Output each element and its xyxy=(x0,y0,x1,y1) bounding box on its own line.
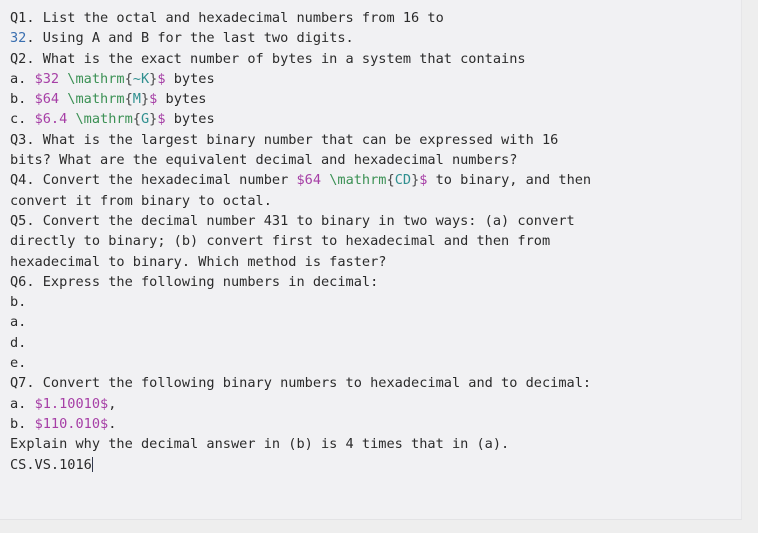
text-span-plain: c. xyxy=(10,111,35,128)
text-span-latex_command: \mathrm xyxy=(321,172,387,189)
editor-line[interactable]: bits? What are the equivalent decimal an… xyxy=(10,150,741,170)
text-span-brace: } xyxy=(140,91,150,108)
text-span-plain: bytes xyxy=(165,111,215,128)
text-span-plain: . Using A and B for the last two digits. xyxy=(26,30,354,47)
editor-line[interactable]: CS.VS.1016 xyxy=(10,455,741,475)
text-span-plain: convert it from binary to octal. xyxy=(10,192,272,209)
editor-text-content[interactable]: Q1. List the octal and hexadecimal numbe… xyxy=(10,8,741,475)
text-span-math_delimiter: $64 xyxy=(296,172,322,189)
text-span-plain: bits? What are the equivalent decimal an… xyxy=(10,152,518,169)
editor-line[interactable]: b. $110.010$. xyxy=(10,414,741,434)
text-span-latex_argument: M xyxy=(132,91,141,108)
text-span-brace: { xyxy=(386,172,395,189)
text-span-plain: . xyxy=(108,415,117,432)
editor-line[interactable]: Q4. Convert the hexadecimal number $64 \… xyxy=(10,170,741,190)
editor-line[interactable]: b. $64 \mathrm{M}$ bytes xyxy=(10,89,741,109)
text-span-plain: e. xyxy=(10,355,27,372)
text-span-plain: hexadecimal to binary. Which method is f… xyxy=(10,253,387,270)
text-span-brace: { xyxy=(132,111,141,128)
editor-line[interactable]: e. xyxy=(10,353,741,373)
text-span-plain: Explain why the decimal answer in (b) is… xyxy=(10,436,510,453)
text-span-math_delimiter: $6.4 xyxy=(34,111,68,128)
editor-line[interactable]: 32. Using A and B for the last two digit… xyxy=(10,28,741,48)
text-caret xyxy=(91,456,93,472)
text-span-latex_command: \mathrm xyxy=(59,91,125,108)
text-span-latex_command: \mathrm xyxy=(59,70,125,87)
text-span-plain: a. xyxy=(10,70,35,87)
editor-line[interactable]: Explain why the decimal answer in (b) is… xyxy=(10,434,741,454)
editor-line[interactable]: Q5. Convert the decimal number 431 to bi… xyxy=(10,211,741,231)
text-span-math_delimiter: $32 xyxy=(34,70,60,87)
text-span-math_delimiter: $110.010$ xyxy=(34,415,109,432)
text-span-plain: Q6. Express the following numbers in dec… xyxy=(10,273,379,290)
text-span-plain: Q2. What is the exact number of bytes in… xyxy=(10,50,526,67)
editor-line[interactable]: Q1. List the octal and hexadecimal numbe… xyxy=(10,8,741,28)
text-span-plain: b. xyxy=(10,415,35,432)
text-span-brace: { xyxy=(124,70,133,87)
editor-line[interactable]: a. $1.10010$, xyxy=(10,394,741,414)
text-span-plain: bytes xyxy=(157,91,207,108)
editor-line[interactable]: Q7. Convert the following binary numbers… xyxy=(10,373,741,393)
text-span-math_delimiter: $1.10010$ xyxy=(34,395,109,412)
editor-line[interactable]: Q3. What is the largest binary number th… xyxy=(10,130,741,150)
text-span-plain: a. xyxy=(10,395,35,412)
text-span-math_delimiter: $64 xyxy=(34,91,60,108)
text-span-plain: Q7. Convert the following binary numbers… xyxy=(10,375,592,392)
text-span-plain: Q3. What is the largest binary number th… xyxy=(10,131,559,148)
text-span-latex_argument: G xyxy=(140,111,150,128)
editor-line[interactable]: Q6. Express the following numbers in dec… xyxy=(10,272,741,292)
text-span-plain: Q1. List the octal and hexadecimal numbe… xyxy=(10,10,444,26)
text-span-latex_command: \mathrm xyxy=(67,111,133,128)
text-span-plain: d. xyxy=(10,334,27,351)
editor-line[interactable]: Q2. What is the exact number of bytes in… xyxy=(10,49,741,69)
text-span-plain: directly to binary; (b) convert first to… xyxy=(10,233,551,250)
text-span-plain: CS.VS.1016 xyxy=(10,456,92,473)
text-span-plain: b. xyxy=(10,91,35,108)
text-span-plain: b. xyxy=(10,294,27,311)
text-span-plain: bytes xyxy=(165,70,215,87)
text-editor-panel[interactable]: Q1. List the octal and hexadecimal numbe… xyxy=(0,0,742,520)
editor-line[interactable]: a. xyxy=(10,312,741,332)
text-span-latex_argument: CD xyxy=(394,172,412,189)
editor-line[interactable]: b. xyxy=(10,292,741,312)
text-span-math_delimiter: $ xyxy=(157,111,166,128)
editor-line[interactable]: d. xyxy=(10,333,741,353)
text-span-plain: to binary, and then xyxy=(427,172,592,189)
text-span-brace: { xyxy=(124,91,133,108)
text-span-math_delimiter: $ xyxy=(157,70,166,87)
editor-line[interactable]: convert it from binary to octal. xyxy=(10,191,741,211)
text-span-plain: , xyxy=(108,395,117,412)
editor-line[interactable]: c. $6.4 \mathrm{G}$ bytes xyxy=(10,109,741,129)
text-span-plain: Q4. Convert the hexadecimal number xyxy=(10,172,297,189)
text-span-latex_argument: ~K xyxy=(132,70,150,87)
text-span-number: 32 xyxy=(10,30,27,47)
text-span-plain: a. xyxy=(10,314,27,331)
editor-line[interactable]: directly to binary; (b) convert first to… xyxy=(10,231,741,251)
text-span-plain: Q5. Convert the decimal number 431 to bi… xyxy=(10,212,575,229)
editor-line[interactable]: a. $32 \mathrm{~K}$ bytes xyxy=(10,69,741,89)
editor-line[interactable]: hexadecimal to binary. Which method is f… xyxy=(10,252,741,272)
